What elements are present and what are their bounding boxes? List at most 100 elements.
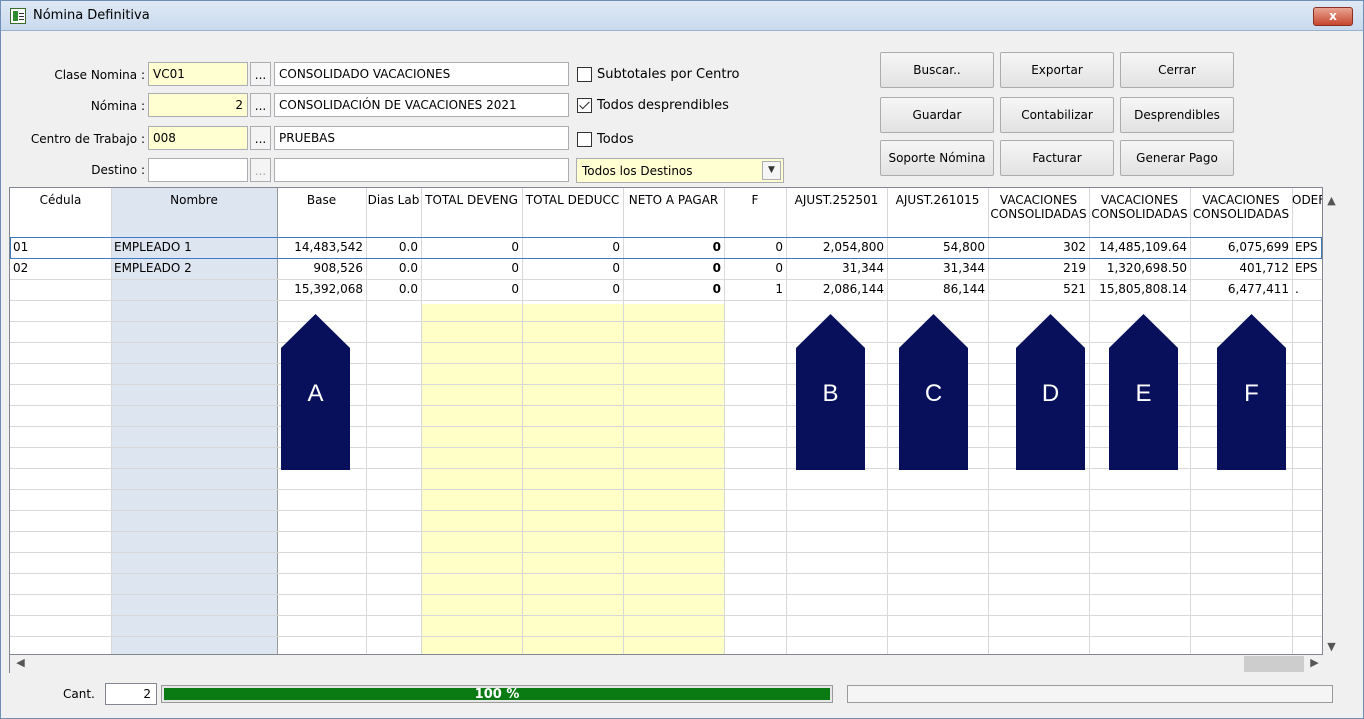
column-marker-c: C <box>899 314 968 470</box>
cell-ajust-261015[interactable]: 54,800 <box>887 237 988 258</box>
column-header-total-deducc[interactable]: TOTAL DEDUCC <box>522 193 623 207</box>
horizontal-scroll-thumb[interactable] <box>1244 656 1304 672</box>
payroll-grid[interactable]: Cédula Nombre Base Dias Lab TOTAL DEVENG TOTA… <box>9 187 1323 655</box>
title-bar[interactable]: Nómina Definitiva x <box>1 1 1363 31</box>
cell-base[interactable]: 14,483,542 <box>277 237 366 258</box>
column-header-label: VACACIONES <box>1202 193 1280 207</box>
column-header-total-deveng[interactable]: TOTAL DEVENG <box>421 193 522 207</box>
cell-ajust-261015[interactable]: 31,344 <box>887 258 988 279</box>
subtotales-checkbox[interactable] <box>577 67 592 82</box>
cerrar-button[interactable]: Cerrar <box>1120 52 1234 88</box>
horizontal-scrollbar[interactable]: ◀ ▶ <box>9 655 1323 673</box>
cell-vacaciones-consolidadas-3[interactable]: 6,477,411 <box>1190 279 1292 300</box>
cell-total-deducc[interactable]: 0 <box>522 279 623 300</box>
column-header-nombre[interactable]: Nombre <box>111 193 277 207</box>
cell-ajust-252501[interactable]: 2,086,144 <box>786 279 887 300</box>
destino-desc-field[interactable] <box>274 158 569 182</box>
column-header-dias-lab[interactable]: Dias Lab <box>366 193 421 207</box>
cell-cedula[interactable] <box>10 279 111 300</box>
cell-total-deducc[interactable]: 0 <box>522 237 623 258</box>
cell-total-deveng[interactable]: 0 <box>421 237 522 258</box>
cell-f[interactable]: 1 <box>724 279 786 300</box>
todos-desprendibles-checkbox[interactable] <box>577 98 592 113</box>
centro-trabajo-lookup-button[interactable]: ... <box>250 126 271 150</box>
column-header-base[interactable]: Base <box>277 193 366 207</box>
close-button[interactable]: x <box>1313 7 1353 26</box>
cell-nombre[interactable] <box>111 279 277 300</box>
column-header-ajust-252501[interactable]: AJUST.252501 <box>786 193 887 207</box>
cell-total-deveng[interactable]: 0 <box>421 258 522 279</box>
clase-nomina-lookup-button[interactable]: ... <box>250 62 271 86</box>
cell-neto-a-pagar[interactable]: 0 <box>623 237 724 258</box>
cell-vacaciones-consolidadas-2[interactable]: 14,485,109.64 <box>1089 237 1190 258</box>
todos-checkbox[interactable] <box>577 132 592 147</box>
desprendibles-button[interactable]: Desprendibles <box>1120 97 1234 133</box>
scroll-left-icon[interactable]: ◀ <box>12 656 29 669</box>
destino-lookup-button[interactable]: ... <box>250 158 271 182</box>
cell-neto-a-pagar[interactable]: 0 <box>623 258 724 279</box>
cell-dias-lab[interactable]: 0.0 <box>366 279 421 300</box>
cell-base[interactable]: 908,526 <box>277 258 366 279</box>
vertical-scrollbar[interactable]: ▲ ▼ <box>1323 188 1340 656</box>
column-header-ajust-261015[interactable]: AJUST.261015 <box>887 193 988 207</box>
column-header-label: Dias Lab <box>367 193 420 207</box>
cell-ajust-252501[interactable]: 31,344 <box>786 258 887 279</box>
scroll-right-icon[interactable]: ▶ <box>1306 656 1323 669</box>
cell-cedula[interactable]: 01 <box>10 237 111 258</box>
clase-nomina-desc-field[interactable]: CONSOLIDADO VACACIONES <box>274 62 569 86</box>
nomina-code-input[interactable]: 2 <box>148 93 248 117</box>
cell-ajust-252501[interactable]: 2,054,800 <box>786 237 887 258</box>
cell-nombre[interactable]: EMPLEADO 1 <box>111 237 277 258</box>
nomina-desc-field[interactable]: CONSOLIDACIÓN DE VACACIONES 2021 <box>274 93 569 117</box>
cell-neto-a-pagar[interactable]: 0 <box>623 279 724 300</box>
cell-base[interactable]: 15,392,068 <box>277 279 366 300</box>
cell-f[interactable]: 0 <box>724 237 786 258</box>
cell-total-deducc[interactable]: 0 <box>522 258 623 279</box>
generar-pago-button[interactable]: Generar Pago <box>1120 140 1234 176</box>
column-header-odef[interactable]: ODEF <box>1292 193 1322 207</box>
destinos-select[interactable]: Todos los Destinos ▼ <box>576 158 784 183</box>
centro-trabajo-desc-field[interactable]: PRUEBAS <box>274 126 569 150</box>
cell-vacaciones-consolidadas-1[interactable]: 302 <box>988 237 1089 258</box>
destino-code-input[interactable] <box>148 158 248 182</box>
column-header-vacaciones-consolidadas-1[interactable]: VACACIONES CONSOLIDADAS <box>988 193 1089 221</box>
column-header-neto-a-pagar[interactable]: NETO A PAGAR <box>623 193 724 207</box>
buscar-button[interactable]: Buscar.. <box>880 52 994 88</box>
cell-vacaciones-consolidadas-3[interactable]: 401,712 <box>1190 258 1292 279</box>
status-panel <box>847 685 1333 703</box>
contabilizar-button[interactable]: Contabilizar <box>1000 97 1114 133</box>
cell-total-deveng[interactable]: 0 <box>421 279 522 300</box>
centro-trabajo-code-input[interactable]: 008 <box>148 126 248 150</box>
scroll-down-icon[interactable]: ▼ <box>1323 640 1340 653</box>
clase-nomina-code-input[interactable]: VC01 <box>148 62 248 86</box>
guardar-button[interactable]: Guardar <box>880 97 994 133</box>
cell-vacaciones-consolidadas-1[interactable]: 219 <box>988 258 1089 279</box>
cell-dias-lab[interactable]: 0.0 <box>366 237 421 258</box>
scroll-up-icon[interactable]: ▲ <box>1323 194 1340 207</box>
chevron-down-icon[interactable]: ▼ <box>762 161 781 180</box>
soporte-nomina-button[interactable]: Soporte Nómina <box>880 140 994 176</box>
column-header-f[interactable]: F <box>724 193 786 207</box>
cell-ajust-261015[interactable]: 86,144 <box>887 279 988 300</box>
row-divider <box>10 573 1322 574</box>
cell-vacaciones-consolidadas-2[interactable]: 15,805,808.14 <box>1089 279 1190 300</box>
column-marker-label: F <box>1244 380 1259 407</box>
row-divider <box>10 489 1322 490</box>
cell-vacaciones-consolidadas-2[interactable]: 1,320,698.50 <box>1089 258 1190 279</box>
cell-odef[interactable]: EPS <box>1292 237 1322 258</box>
exportar-button[interactable]: Exportar <box>1000 52 1114 88</box>
facturar-button[interactable]: Facturar <box>1000 140 1114 176</box>
column-header-vacaciones-consolidadas-2[interactable]: VACACIONES CONSOLIDADAS <box>1089 193 1190 221</box>
cell-dias-lab[interactable]: 0.0 <box>366 258 421 279</box>
column-header-vacaciones-consolidadas-3[interactable]: VACACIONES CONSOLIDADAS <box>1190 193 1292 221</box>
cell-f[interactable]: 0 <box>724 258 786 279</box>
nomina-lookup-button[interactable]: ... <box>250 93 271 117</box>
cell-vacaciones-consolidadas-1[interactable]: 521 <box>988 279 1089 300</box>
cell-odef[interactable]: EPS <box>1292 258 1322 279</box>
column-header-cedula[interactable]: Cédula <box>10 193 111 207</box>
cell-vacaciones-consolidadas-3[interactable]: 6,075,699 <box>1190 237 1292 258</box>
cell-cedula[interactable]: 02 <box>10 258 111 279</box>
column-marker-e: E <box>1109 314 1178 470</box>
cell-nombre[interactable]: EMPLEADO 2 <box>111 258 277 279</box>
cell-odef[interactable]: . <box>1292 279 1322 300</box>
